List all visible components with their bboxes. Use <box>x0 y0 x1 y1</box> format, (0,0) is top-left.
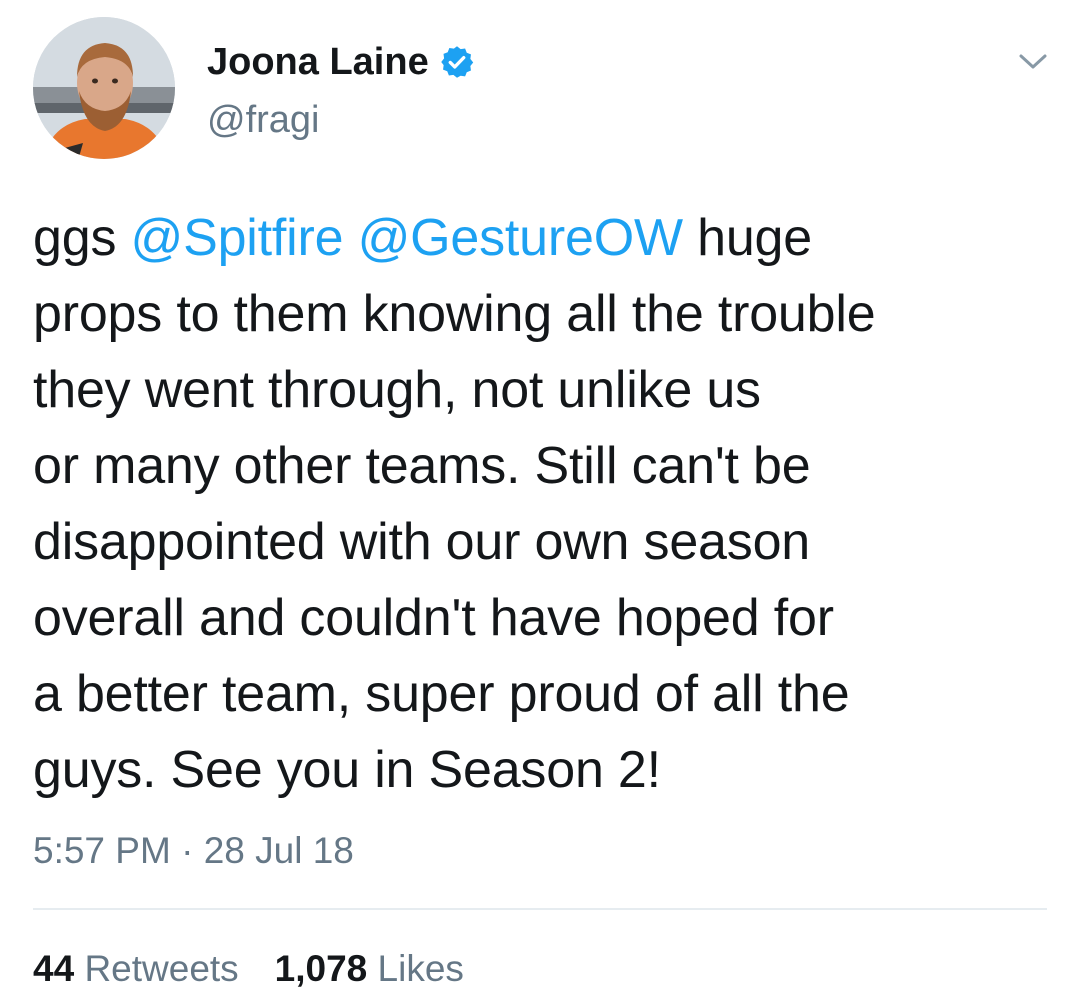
likes-label: Likes <box>377 948 464 989</box>
mention-link[interactable]: @GestureOW <box>358 209 683 267</box>
author-handle[interactable]: @fragi <box>207 98 320 142</box>
retweets-label: Retweets <box>84 948 239 989</box>
tweet-text-segment: props to them knowing all the trouble <box>33 285 876 343</box>
tweet-date: 28 Jul 18 <box>203 830 354 871</box>
retweets-stat[interactable]: 44 Retweets <box>33 948 239 989</box>
tweet-text: ggs @Spitfire @GestureOW huge props to th… <box>33 200 1053 808</box>
timestamp-separator: · <box>181 830 194 871</box>
tweet-stats: 44 Retweets 1,078 Likes <box>33 944 500 994</box>
avatar[interactable] <box>33 17 175 159</box>
tweet-text-segment: or many other teams. Still can't be <box>33 437 811 495</box>
tweet-text-segment: they went through, not unlike us <box>33 361 761 419</box>
tweet-timestamp[interactable]: 5:57 PM · 28 Jul 18 <box>33 826 354 876</box>
tweet-text-segment: overall and couldn't have hoped for <box>33 589 834 647</box>
tweet-text-segment: a better team, super proud of all the <box>33 665 850 723</box>
tweet-text-line: guys. See you in Season 2! <box>33 732 1053 808</box>
mention-link[interactable]: @Spitfire <box>131 209 344 267</box>
tweet-card: Joona Laine @fragi ggs @Spitfire @Gestur… <box>0 0 1080 1005</box>
tweet-text-line: a better team, super proud of all the <box>33 656 1053 732</box>
author-name-label: Joona Laine <box>207 41 429 83</box>
tweet-text-line: they went through, not unlike us <box>33 352 1053 428</box>
likes-stat[interactable]: 1,078 Likes <box>275 948 464 989</box>
tweet-text-segment: ggs <box>33 209 131 267</box>
retweets-count: 44 <box>33 948 75 989</box>
tweet-text-line: disappointed with our own season <box>33 504 1053 580</box>
divider <box>33 908 1047 910</box>
tweet-text-segment <box>343 209 357 267</box>
avatar-photo <box>33 17 175 159</box>
tweet-text-line: or many other teams. Still can't be <box>33 428 1053 504</box>
tweet-text-line: props to them knowing all the trouble <box>33 276 1053 352</box>
tweet-time: 5:57 PM <box>33 830 171 871</box>
tweet-text-segment: guys. See you in Season 2! <box>33 741 661 799</box>
tweet-text-segment: disappointed with our own season <box>33 513 811 571</box>
chevron-down-icon[interactable] <box>1016 44 1050 78</box>
author-name[interactable]: Joona Laine <box>207 40 475 84</box>
tweet-text-segment: huge <box>682 209 813 267</box>
tweet-text-line: ggs @Spitfire @GestureOW huge <box>33 200 1053 276</box>
verified-badge-icon <box>439 44 475 80</box>
tweet-text-line: overall and couldn't have hoped for <box>33 580 1053 656</box>
likes-count: 1,078 <box>274 948 368 989</box>
